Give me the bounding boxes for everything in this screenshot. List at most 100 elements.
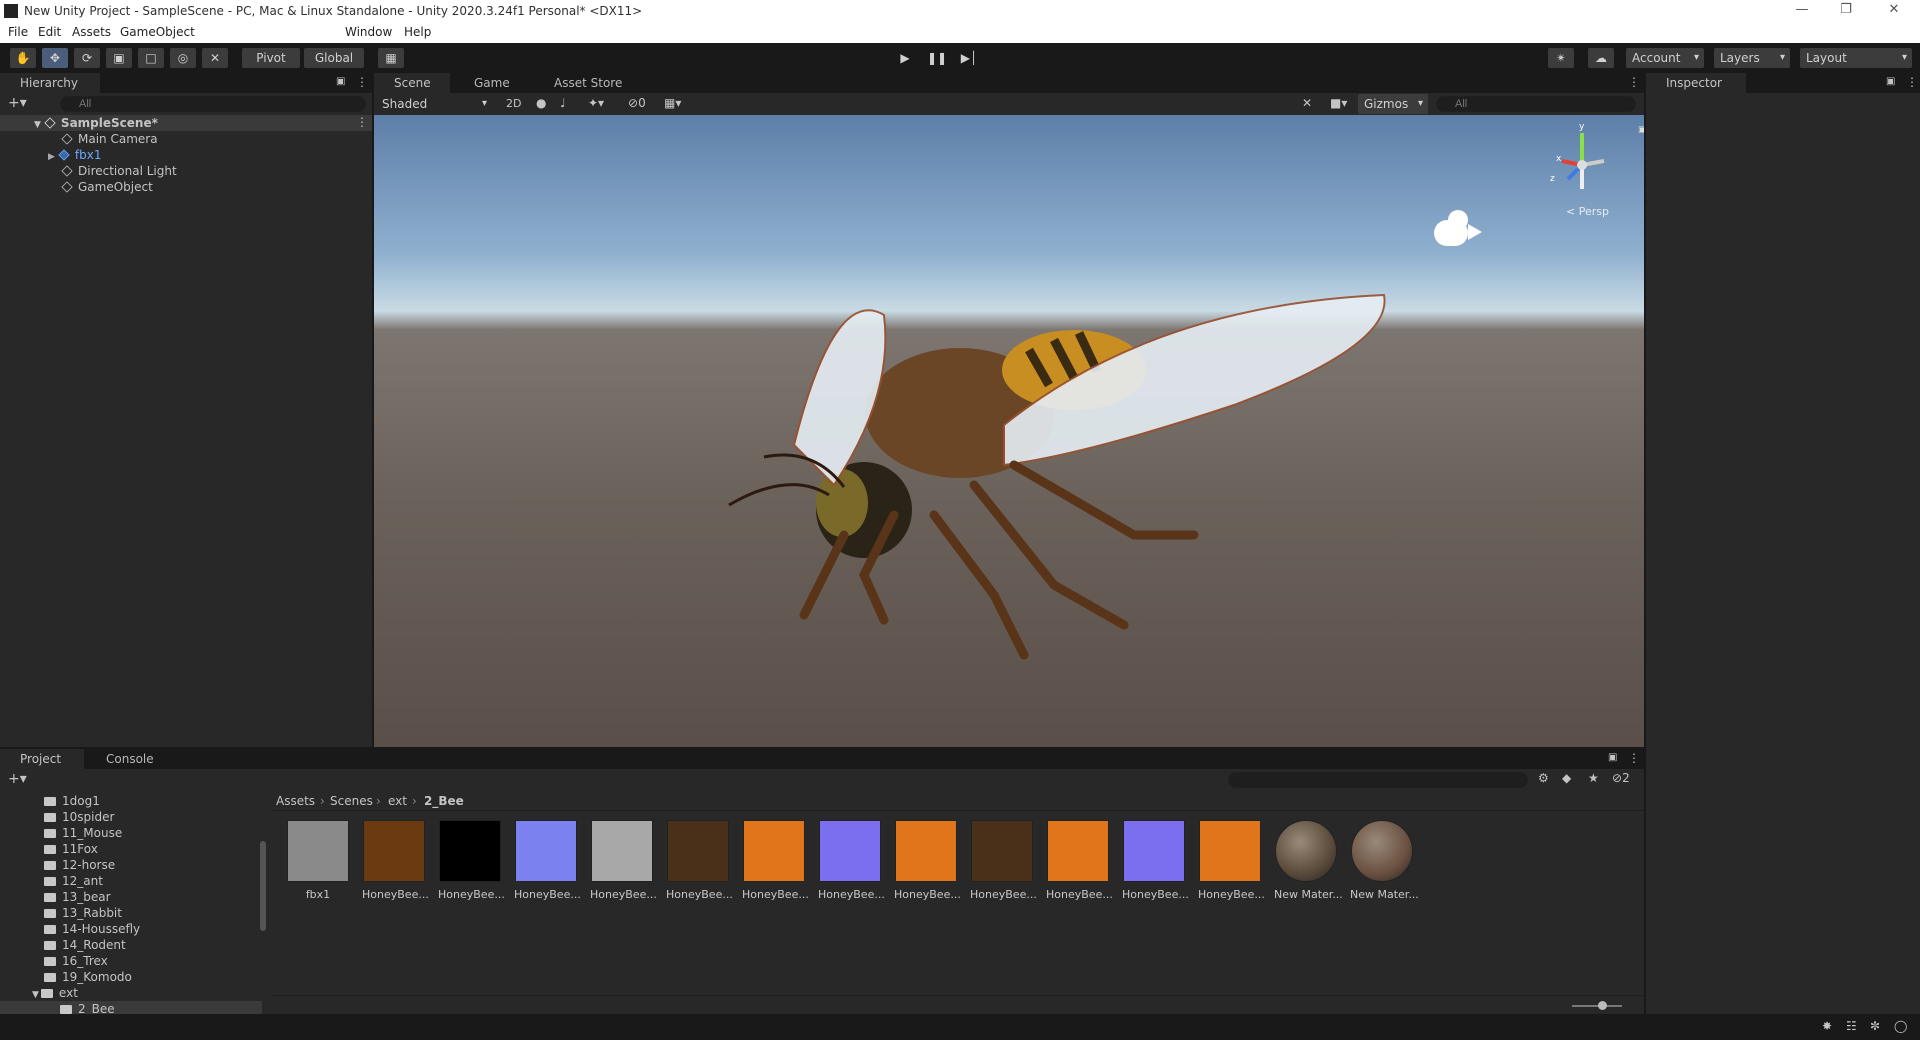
pause-button[interactable]: ❚❚: [924, 48, 950, 68]
breadcrumb-ext[interactable]: ext: [388, 794, 407, 808]
effects-icon[interactable]: ✦▾: [588, 96, 604, 110]
selected-folder-row[interactable]: [0, 1001, 262, 1014]
camera-icon[interactable]: ■▾: [1330, 96, 1347, 110]
gizmos-dropdown[interactable]: Gizmos: [1358, 94, 1428, 114]
2d-toggle[interactable]: 2D: [506, 97, 521, 110]
scene-search-input[interactable]: [1436, 96, 1636, 112]
folder-item[interactable]: 10spider: [44, 809, 114, 825]
account-dropdown[interactable]: Account: [1626, 48, 1704, 68]
asset-item[interactable]: New Mater...: [1350, 820, 1419, 901]
breadcrumb-2-bee[interactable]: 2_Bee: [424, 794, 464, 808]
folder-item[interactable]: 11Fox: [44, 841, 98, 857]
menu-gameobject[interactable]: GameObject: [120, 25, 195, 39]
tab-hierarchy[interactable]: Hierarchy: [0, 73, 100, 93]
move-tool-icon[interactable]: ✥: [42, 48, 68, 68]
grid-icon[interactable]: ▦▾: [664, 96, 681, 110]
slider-handle[interactable]: [1598, 1001, 1607, 1010]
hidden-objects-icon[interactable]: ⊘0: [628, 96, 646, 110]
auto-generate-icon[interactable]: ✼: [1870, 1019, 1880, 1033]
project-search-input[interactable]: [1228, 772, 1528, 788]
folder-item[interactable]: 12-horse: [44, 857, 115, 873]
global-toggle[interactable]: Global: [304, 48, 364, 68]
tab-inspector[interactable]: Inspector: [1646, 73, 1746, 93]
filter-type-icon[interactable]: ⚙: [1538, 771, 1549, 785]
breadcrumb-assets[interactable]: Assets: [276, 794, 315, 808]
pivot-toggle[interactable]: Pivot: [242, 48, 300, 68]
scene-root[interactable]: ▼ SampleScene*: [34, 115, 158, 131]
breadcrumb-scenes[interactable]: Scenes: [330, 794, 373, 808]
hierarchy-item-directional-light[interactable]: Directional Light: [61, 163, 177, 179]
scene-viewport[interactable]: y x z < Persp ▣: [374, 115, 1644, 747]
folder-item[interactable]: 1dog1: [44, 793, 100, 809]
debug-icon[interactable]: ◯: [1894, 1019, 1907, 1033]
folder-item[interactable]: 13_bear: [44, 889, 111, 905]
folder-scrollbar[interactable]: [260, 841, 266, 931]
folder-item[interactable]: 12_ant: [44, 873, 103, 889]
inspector-kebab-icon[interactable]: ⋮: [1906, 75, 1918, 89]
menu-help[interactable]: Help: [404, 25, 431, 39]
tab-game[interactable]: Game: [454, 73, 530, 93]
cloud-icon[interactable]: ☁: [1588, 48, 1614, 68]
transform-tool-icon[interactable]: ◎: [170, 48, 196, 68]
folder-item[interactable]: 19_Komodo: [44, 969, 132, 985]
restore-icon[interactable]: ❐: [1830, 2, 1862, 20]
add-icon[interactable]: +▾: [8, 95, 27, 111]
collab-icon[interactable]: ✴: [1548, 48, 1574, 68]
asset-item[interactable]: HoneyBee...: [514, 820, 581, 901]
lock-icon[interactable]: ▣: [336, 76, 345, 87]
folder-item[interactable]: 14_Rodent: [44, 937, 126, 953]
asset-item[interactable]: HoneyBee...: [362, 820, 429, 901]
hierarchy-search-input[interactable]: [60, 96, 366, 112]
menu-edit[interactable]: Edit: [38, 25, 61, 39]
project-kebab-icon[interactable]: ⋮: [1628, 751, 1640, 765]
hand-tool-icon[interactable]: ✋: [10, 48, 36, 68]
tab-scene[interactable]: Scene: [374, 73, 450, 93]
persp-label[interactable]: < Persp: [1566, 205, 1609, 218]
grid-snap-icon[interactable]: ▦: [378, 48, 404, 68]
asset-item[interactable]: HoneyBee...: [438, 820, 505, 901]
bug-icon[interactable]: ✸: [1822, 1019, 1832, 1033]
hierarchy-item-main-camera[interactable]: Main Camera: [61, 131, 158, 147]
lighting-icon[interactable]: ●: [536, 96, 546, 110]
tab-asset-store[interactable]: Asset Store: [534, 73, 634, 93]
minimize-icon[interactable]: —: [1786, 2, 1818, 20]
asset-item[interactable]: HoneyBee...: [1198, 820, 1265, 901]
menu-file[interactable]: File: [8, 25, 28, 39]
scene-menu-icon[interactable]: ⋮: [356, 115, 368, 129]
scene-kebab-icon[interactable]: ⋮: [1628, 75, 1640, 89]
inspector-lock-icon[interactable]: ▣: [1886, 76, 1895, 87]
tab-project[interactable]: Project: [0, 749, 84, 769]
hierarchy-item-gameobject[interactable]: GameObject: [61, 179, 153, 195]
gizmo-lock-icon[interactable]: ▣: [1638, 125, 1644, 135]
audio-icon[interactable]: ♩: [560, 96, 566, 110]
camera-gizmo-icon[interactable]: [1434, 210, 1494, 246]
hierarchy-item-fbx1[interactable]: ▶ fbx1: [48, 147, 102, 163]
asset-item[interactable]: fbx1: [286, 820, 350, 901]
orientation-gizmo[interactable]: y x z: [1546, 121, 1626, 201]
folder-item-ext[interactable]: ▼ ext: [32, 985, 78, 1001]
asset-item[interactable]: New Mater...: [1274, 820, 1343, 901]
asset-item[interactable]: HoneyBee...: [590, 820, 657, 901]
favorite-icon[interactable]: ★: [1588, 771, 1599, 785]
shading-dropdown[interactable]: Shaded: [376, 94, 492, 114]
project-add-icon[interactable]: +▾: [8, 771, 27, 787]
icon-size-slider[interactable]: [1572, 1005, 1622, 1007]
tab-console[interactable]: Console: [86, 749, 166, 769]
folder-item[interactable]: 11_Mouse: [44, 825, 122, 841]
folder-item[interactable]: 16_Trex: [44, 953, 108, 969]
step-button[interactable]: ▶│: [956, 48, 982, 68]
kebab-menu-icon[interactable]: ⋮: [356, 75, 368, 89]
asset-item[interactable]: HoneyBee...: [742, 820, 809, 901]
scale-tool-icon[interactable]: ▣: [106, 48, 132, 68]
asset-item[interactable]: HoneyBee...: [970, 820, 1037, 901]
asset-item[interactable]: HoneyBee...: [818, 820, 885, 901]
project-lock-icon[interactable]: ▣: [1608, 752, 1617, 763]
asset-item[interactable]: HoneyBee...: [894, 820, 961, 901]
layout-dropdown[interactable]: Layout: [1800, 48, 1912, 68]
folder-item-2-bee[interactable]: 2_Bee: [60, 1001, 115, 1014]
rect-tool-icon[interactable]: □: [138, 48, 164, 68]
asset-item[interactable]: HoneyBee...: [1122, 820, 1189, 901]
tools-icon[interactable]: ✕: [1302, 96, 1312, 110]
folder-item[interactable]: 13_Rabbit: [44, 905, 122, 921]
rotate-tool-icon[interactable]: ⟳: [74, 48, 100, 68]
